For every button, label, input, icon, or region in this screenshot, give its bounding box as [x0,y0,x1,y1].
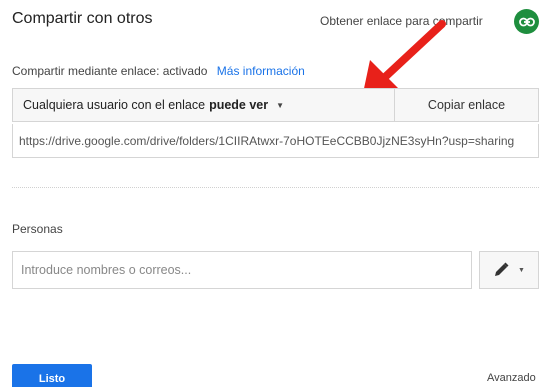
link-access-row: Cualquiera usuario con el enlace puede v… [12,88,539,122]
access-level: puede ver [209,98,269,112]
link-access-dropdown[interactable]: Cualquiera usuario con el enlace puede v… [13,89,395,121]
caret-down-icon: ▼ [518,266,525,274]
access-prefix: Cualquiera usuario con el enlace [23,98,206,112]
copy-link-button[interactable]: Copiar enlace [395,89,538,121]
dialog-title: Compartir con otros [12,10,153,27]
more-info-link[interactable]: Más información [217,64,305,78]
link-sharing-status-text: Compartir mediante enlace: activado [12,64,208,78]
pencil-icon [495,262,509,276]
people-input[interactable] [12,251,472,289]
advanced-link[interactable]: Avanzado [487,372,536,384]
get-link-button[interactable] [514,9,539,34]
link-sharing-status: Compartir mediante enlace: activado Más … [12,64,305,78]
people-label: Personas [12,222,63,236]
done-button[interactable]: Listo [12,364,92,387]
permission-dropdown-button[interactable]: ▼ [479,251,539,289]
link-icon [518,17,535,26]
share-url-field[interactable]: https://drive.google.com/drive/folders/1… [12,124,539,158]
section-divider [12,187,539,188]
caret-down-icon: ▼ [276,100,285,110]
get-shareable-link-label[interactable]: Obtener enlace para compartir [320,14,483,28]
